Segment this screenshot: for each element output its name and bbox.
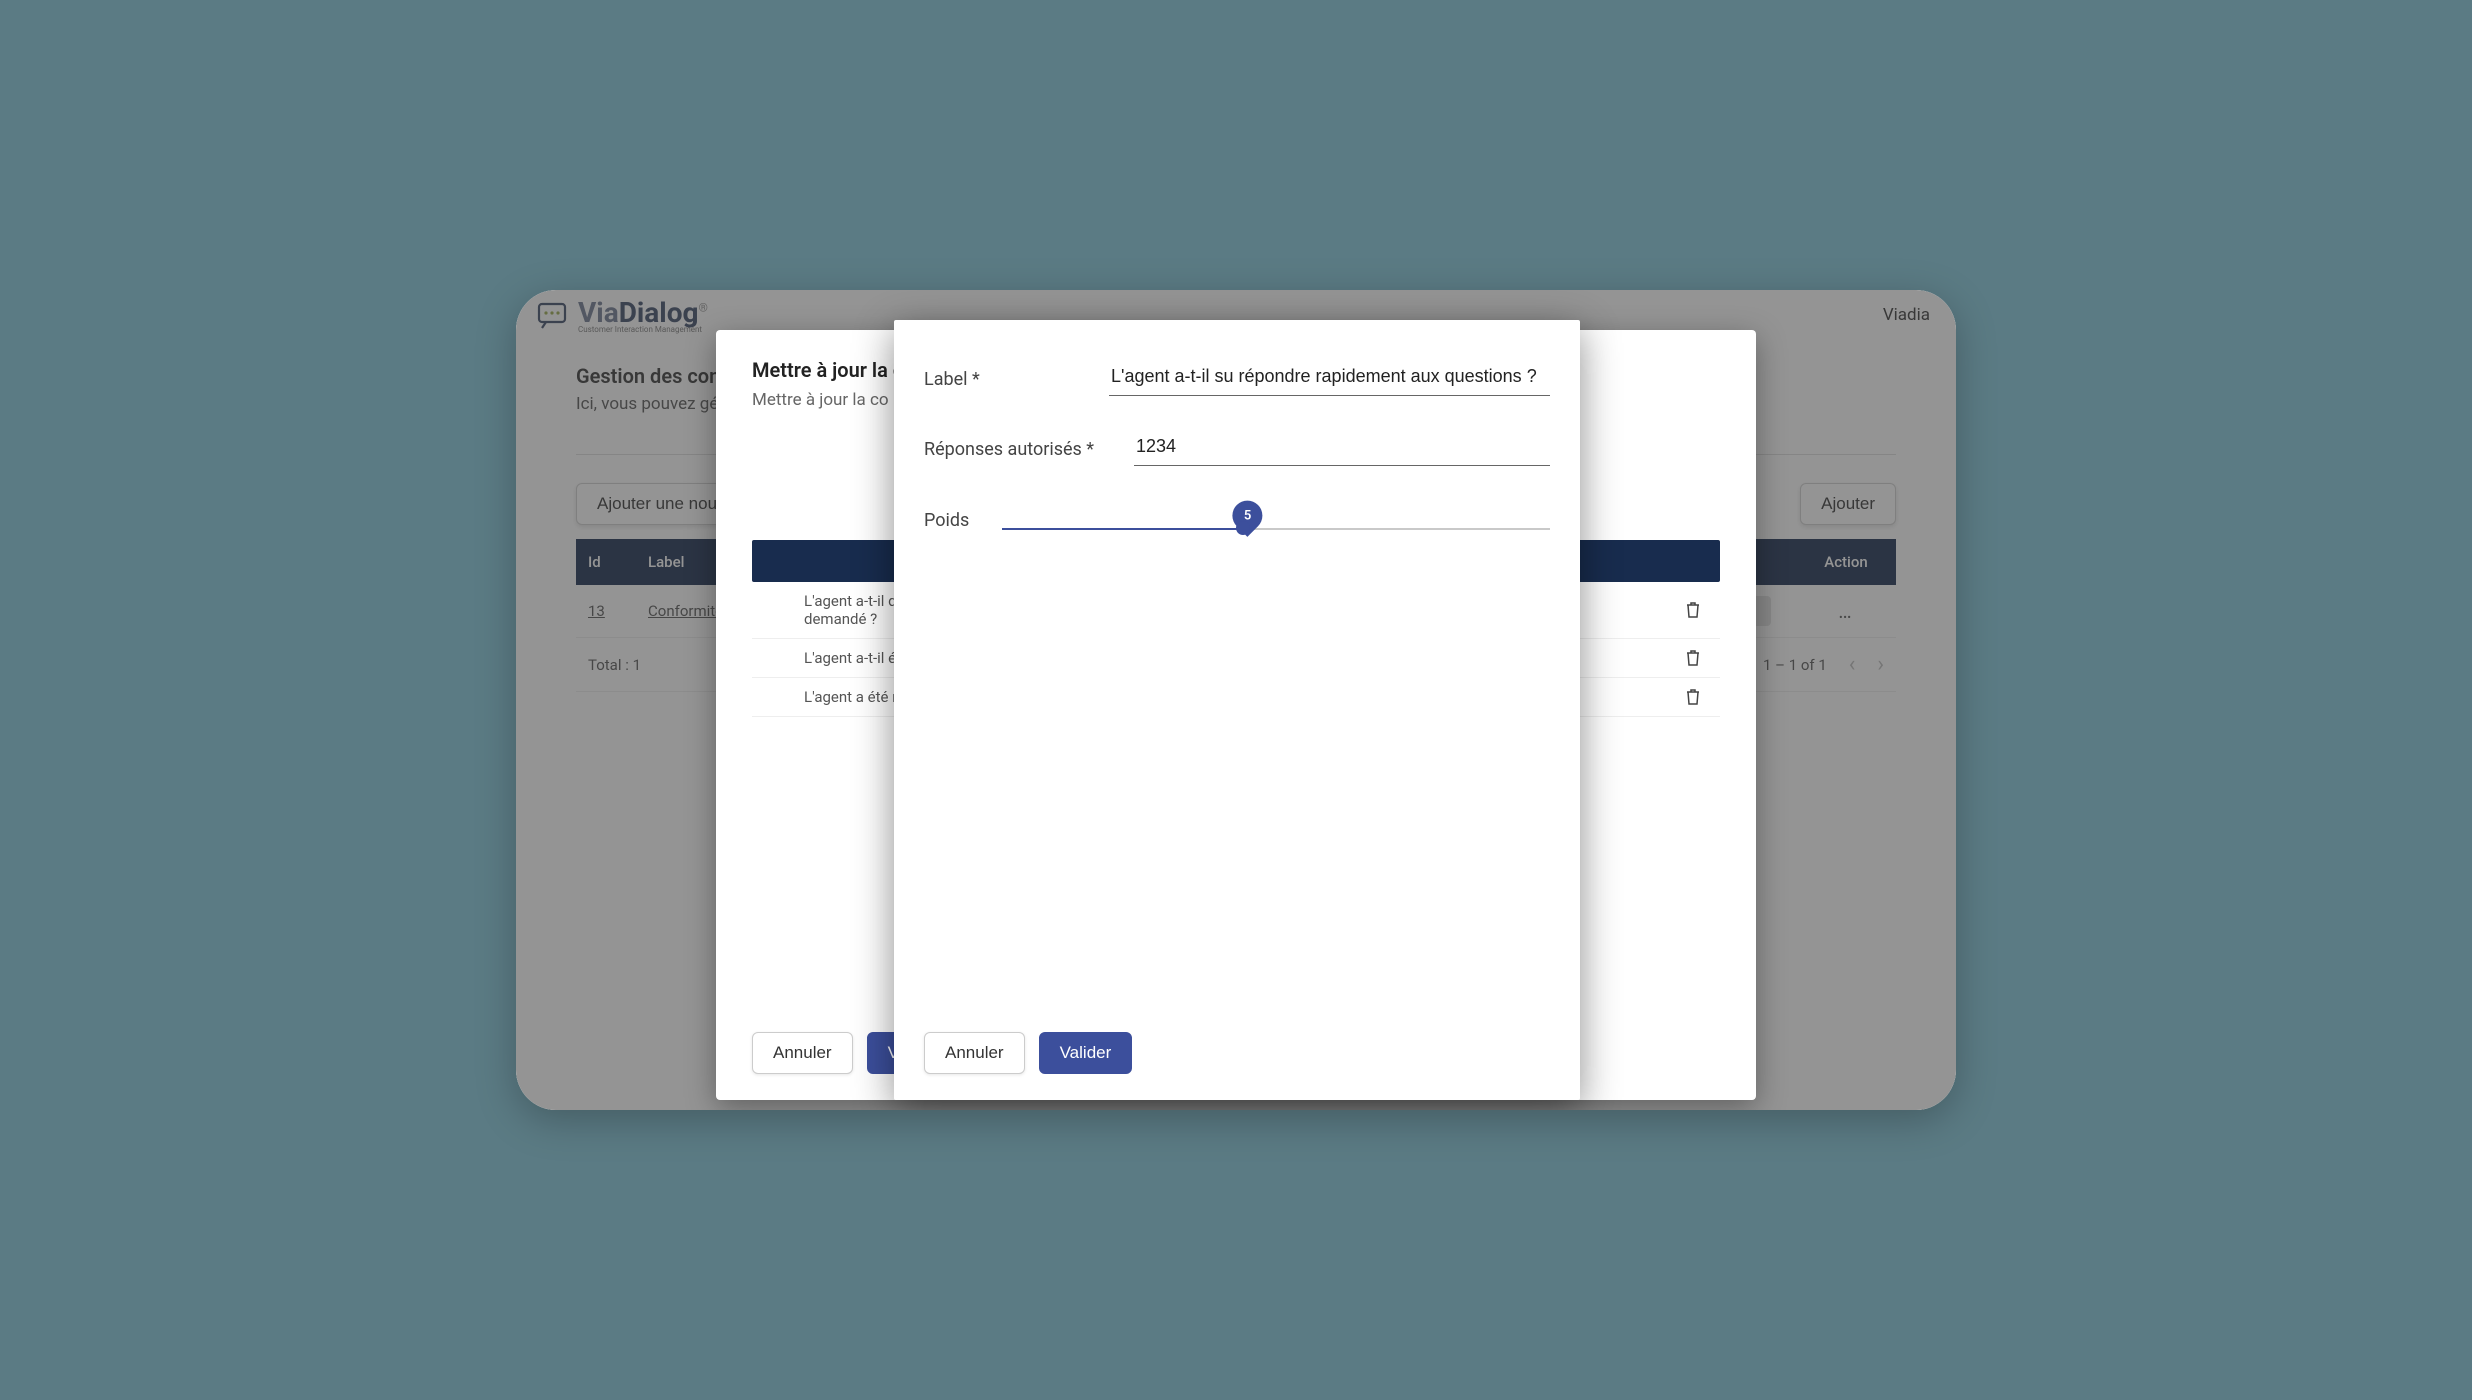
slider-fill (1002, 528, 1243, 530)
responses-field-label: Réponses autorisés * (924, 439, 1114, 466)
trash-icon[interactable] (1686, 689, 1700, 705)
slider-thumb[interactable] (1236, 521, 1250, 535)
weight-slider-row: Poids 5 (924, 500, 1550, 540)
weight-slider[interactable]: 5 (1002, 500, 1550, 540)
label-field-label: Label * (924, 369, 1089, 396)
responses-input[interactable] (1134, 430, 1550, 466)
edit-question-modal: Label * Réponses autorisés * Poids 5 Ann… (894, 320, 1580, 1100)
question-row-label: L'agent a-t-il d demandé ? (804, 592, 897, 628)
question-row-label: L'agent a-t-il é (804, 649, 896, 667)
weight-label: Poids (924, 510, 974, 531)
cancel-button[interactable]: Annuler (752, 1032, 853, 1074)
question-row-label: L'agent a été ra (804, 688, 905, 706)
label-field-row: Label * (924, 360, 1550, 396)
cancel-button[interactable]: Annuler (924, 1032, 1025, 1074)
validate-button[interactable]: Valider (1039, 1032, 1133, 1074)
label-input[interactable] (1109, 360, 1550, 396)
device-frame: ViaDialog® Customer Interaction Manageme… (516, 290, 1956, 1110)
trash-icon[interactable] (1686, 602, 1700, 618)
responses-field-row: Réponses autorisés * (924, 430, 1550, 466)
trash-icon[interactable] (1686, 650, 1700, 666)
edit-modal-actions: Annuler Valider (924, 1032, 1132, 1074)
